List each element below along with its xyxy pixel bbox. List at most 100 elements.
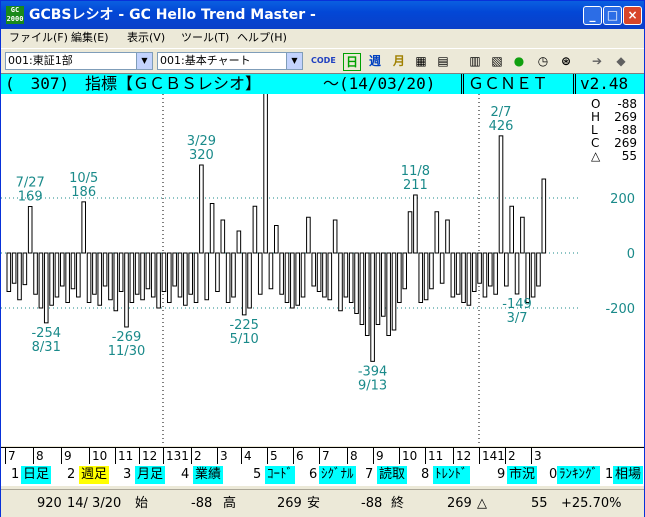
menu-tools[interactable]: ツール(T)	[181, 29, 229, 47]
chart-select-chevron-down-icon[interactable]: ▼	[286, 53, 302, 69]
header-brand: ＧＣＮＥＴ	[461, 74, 548, 94]
bar	[429, 252, 434, 290]
function-button[interactable]: 市況	[507, 466, 538, 484]
table-icon[interactable]: ▥	[467, 53, 483, 69]
grid-report-icon[interactable]: ▦	[413, 53, 429, 69]
function-button[interactable]: 日足	[21, 466, 52, 484]
status-bar: 920 14/ 3/20 始 -88 高 269 安 -88 終 269 △ 5…	[1, 489, 644, 517]
function-button[interactable]: ﾗﾝｷﾝｸﾞ	[557, 466, 600, 484]
bar	[38, 252, 44, 309]
bar	[381, 252, 386, 317]
bar	[124, 252, 129, 328]
bar	[215, 252, 220, 292]
weekly-button[interactable]: 週	[367, 53, 383, 69]
title-bar[interactable]: GC 2000 GCBSレシオ - GC Hello Trend Master …	[1, 1, 644, 29]
function-key-number: 9	[497, 467, 506, 482]
annotation-label: -149	[502, 297, 532, 312]
function-button[interactable]: 業績	[193, 466, 224, 484]
bar	[397, 252, 402, 303]
bar	[375, 252, 381, 325]
bar	[348, 252, 354, 303]
ohlc-label: H	[591, 110, 601, 124]
bar	[76, 252, 81, 298]
status-change-label: △	[477, 496, 487, 511]
bar	[199, 164, 204, 254]
function-button[interactable]: 週足	[79, 466, 110, 484]
bar	[316, 252, 322, 292]
settings-icon[interactable]: ⊛	[558, 53, 574, 69]
bar	[498, 135, 504, 254]
bar	[65, 252, 70, 303]
function-button[interactable]: ｼｸﾞﾅﾙ	[319, 466, 356, 484]
daily-button[interactable]: 日	[343, 53, 361, 71]
bar	[477, 252, 482, 284]
notebook-icon[interactable]: ▧	[489, 53, 505, 69]
ohlc-label: △	[591, 149, 601, 163]
market-select[interactable]: 001:東証1部 ▼	[5, 52, 153, 70]
x-axis-label: 2	[505, 448, 516, 464]
function-button[interactable]: 読取	[377, 466, 408, 484]
bar	[33, 252, 38, 295]
menu-view[interactable]: 表示(V)	[127, 29, 165, 47]
close-button[interactable]: ×	[623, 6, 642, 25]
bar	[530, 252, 536, 298]
bar	[445, 219, 450, 254]
minimize-button[interactable]: _	[583, 6, 602, 25]
chart-select[interactable]: 001:基本チャート ▼	[157, 52, 303, 70]
bar	[290, 252, 295, 309]
header-indicator-name: 指標【ＧＣＢＳレシオ】	[85, 74, 262, 93]
bar	[156, 252, 161, 309]
monthly-button[interactable]: 月	[391, 53, 407, 69]
code-button[interactable]: CODE	[311, 53, 336, 69]
x-axis-label: 10	[89, 448, 107, 464]
menu-file[interactable]: ファイル(F)	[9, 29, 68, 47]
app-window: GC 2000 GCBSレシオ - GC Hello Trend Master …	[0, 0, 645, 517]
function-button[interactable]: 月足	[135, 466, 166, 484]
function-key-number: 4	[181, 467, 190, 482]
x-axis-label: 9	[61, 448, 72, 464]
bar	[204, 252, 210, 301]
bar	[241, 252, 247, 316]
ohlc-legend: O -88 H 269 L -88 C 269 △ 55	[591, 98, 637, 163]
bar	[338, 252, 343, 312]
market-select-chevron-down-icon[interactable]: ▼	[136, 53, 152, 69]
bar	[450, 252, 456, 298]
function-button[interactable]: 相場	[613, 466, 644, 484]
toolbar: 001:東証1部 ▼ 001:基本チャート ▼ CODE 日 週 月 ▦ ▤ ▥…	[1, 48, 644, 73]
bar	[220, 219, 226, 254]
status-close: 269	[447, 496, 472, 511]
status-low-label: 安	[307, 496, 321, 511]
status-date: 14/ 3/20	[67, 496, 122, 511]
bar	[140, 252, 145, 301]
printer-icon[interactable]: ▤	[435, 53, 451, 69]
bar	[541, 178, 547, 254]
header-version: v2.48	[573, 74, 628, 94]
bar	[177, 252, 183, 298]
maximize-button[interactable]: □	[603, 6, 622, 25]
chart-area[interactable]: 2000-2007/2716910/51863/293206/763111/82…	[1, 94, 644, 446]
bar	[327, 252, 333, 301]
bar	[22, 252, 28, 286]
bar	[525, 252, 531, 303]
market-select-value: 001:東証1部	[8, 54, 73, 67]
x-axis-label: 10	[399, 448, 417, 464]
bar	[504, 252, 509, 287]
bar	[364, 252, 370, 336]
clock-icon[interactable]: ◷	[535, 53, 551, 69]
bar	[386, 252, 391, 336]
status-change: 55	[531, 496, 548, 511]
bar	[183, 252, 188, 306]
function-button[interactable]: ﾄﾚﾝﾄﾞ	[433, 466, 470, 484]
globe-icon[interactable]: ●	[511, 53, 527, 69]
header-code: ( 307)	[5, 74, 70, 93]
function-button[interactable]: ｺｰﾄﾞ	[265, 466, 295, 484]
arrow-left-icon[interactable]: ◆	[613, 53, 629, 69]
bar	[172, 252, 177, 287]
bar	[536, 252, 541, 287]
annotation-label: 8/31	[32, 340, 61, 355]
arrow-right-icon[interactable]: ➔	[589, 53, 605, 69]
bar	[108, 252, 113, 301]
annotation-label: 3/7	[507, 311, 528, 326]
menu-help[interactable]: ヘルプ(H)	[237, 29, 287, 47]
menu-edit[interactable]: 編集(E)	[71, 29, 109, 47]
